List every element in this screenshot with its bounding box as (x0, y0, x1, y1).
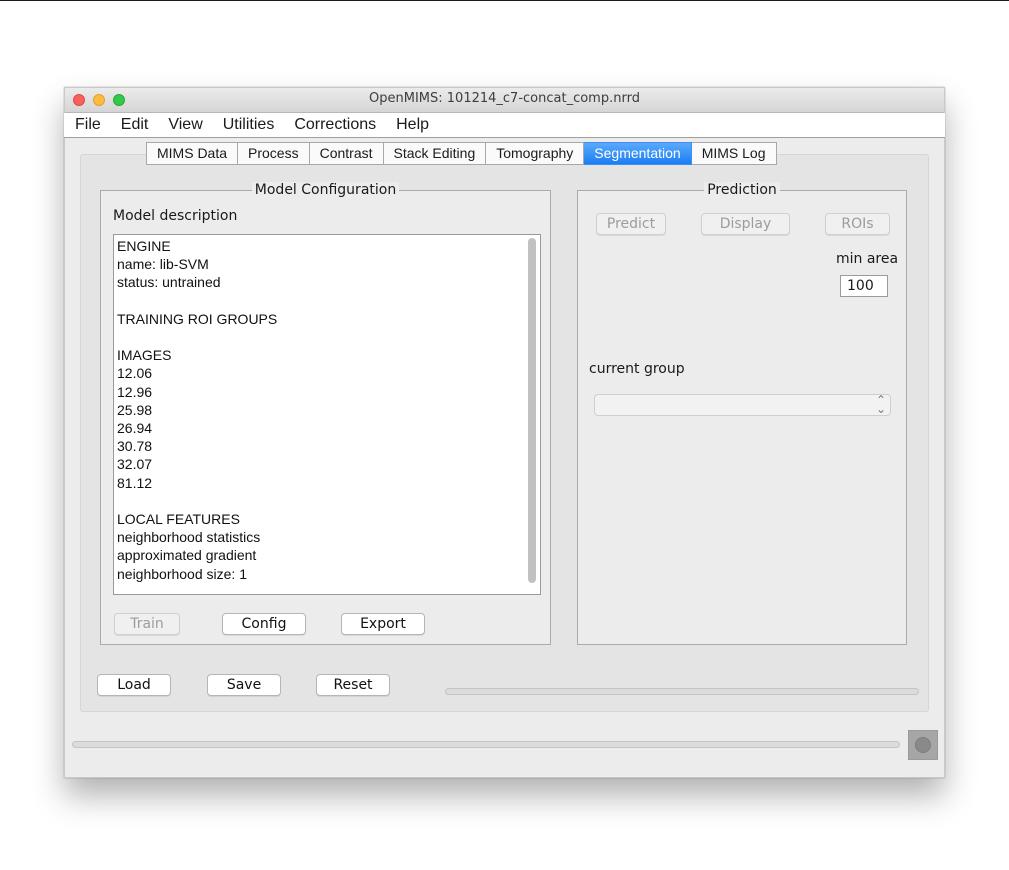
menu-file[interactable]: File (64, 116, 111, 134)
description-scroll-thumb[interactable] (528, 238, 536, 583)
description-line: neighborhood size: 1 (117, 565, 247, 582)
description-line: 12.96 (117, 383, 153, 400)
description-line: TRAINING ROI GROUPS (117, 310, 278, 327)
description-line: approximated gradient (117, 547, 257, 564)
tab-contrast[interactable]: Contrast (309, 142, 384, 165)
up-down-chevron-icon: ⌃ ⌄ (876, 393, 887, 416)
description-line: name: lib-SVM (117, 256, 209, 273)
tab-mims-log[interactable]: MIMS Log (691, 142, 777, 165)
display-button[interactable]: Display (701, 213, 790, 235)
description-line: 30.78 (117, 438, 153, 455)
menu-bar: File Edit View Utilities Corrections Hel… (64, 113, 945, 138)
menu-view[interactable]: View (158, 116, 212, 134)
description-line: neighborhood statistics (117, 529, 261, 546)
min-area-label: min area (836, 251, 899, 267)
description-line: 81.12 (117, 474, 153, 491)
description-scrollbar[interactable] (528, 238, 536, 591)
tab-segmentation[interactable]: Segmentation (584, 142, 692, 165)
prediction-legend: Prediction (578, 181, 906, 199)
description-line (117, 328, 277, 346)
menu-help[interactable]: Help (386, 116, 439, 134)
tab-process[interactable]: Process (238, 142, 310, 165)
model-configuration-legend: Model Configuration (101, 181, 550, 199)
description-line: LOCAL FEATURES (117, 511, 240, 528)
description-line: 32.07 (117, 456, 153, 473)
current-group-select[interactable]: ⌃ ⌄ (594, 394, 891, 416)
tab-stack-editing[interactable]: Stack Editing (383, 142, 487, 165)
description-line: 25.98 (117, 401, 153, 418)
menu-edit[interactable]: Edit (111, 116, 159, 134)
menu-corrections[interactable]: Corrections (284, 116, 386, 134)
tab-tomography[interactable]: Tomography (486, 142, 585, 165)
prediction-title: Prediction (704, 182, 780, 198)
tab-bar: MIMS Data Process Contrast Stack Editing… (146, 142, 777, 165)
description-line: IMAGES (117, 347, 172, 364)
model-description-text: ENGINE name: lib-SVM status: untrained TRA… (117, 237, 277, 583)
min-area-input[interactable]: 100 (840, 275, 888, 297)
reset-button[interactable]: Reset (316, 674, 390, 696)
model-description-label: Model description (113, 208, 238, 224)
title-bar[interactable]: OpenMIMS: 101214_c7-concat_comp.nrrd (65, 88, 944, 113)
rois-button[interactable]: ROIs (825, 213, 890, 235)
status-indicator-dot (915, 737, 931, 753)
menu-utilities[interactable]: Utilities (213, 116, 285, 134)
description-line: ENGINE (117, 238, 171, 254)
current-group-label: current group (589, 361, 685, 377)
segmentation-progress-bar (445, 688, 919, 695)
train-button[interactable]: Train (114, 613, 180, 635)
status-indicator (908, 730, 938, 760)
export-button[interactable]: Export (341, 613, 425, 635)
tab-mims-data[interactable]: MIMS Data (146, 142, 239, 165)
save-button[interactable]: Save (207, 674, 281, 696)
description-line (117, 492, 277, 510)
predict-button[interactable]: Predict (596, 213, 666, 235)
top-border-line (0, 0, 1009, 1)
main-progress-bar (72, 741, 900, 748)
description-line: status: untrained (117, 274, 221, 291)
config-button[interactable]: Config (222, 613, 306, 635)
load-button[interactable]: Load (97, 674, 171, 696)
model-description-textarea[interactable]: ENGINE name: lib-SVM status: untrained TRA… (113, 234, 541, 595)
window-title: OpenMIMS: 101214_c7-concat_comp.nrrd (369, 91, 640, 106)
description-line: 12.06 (117, 365, 153, 382)
description-line: 26.94 (117, 420, 153, 437)
description-line (117, 292, 277, 310)
model-configuration-title: Model Configuration (251, 182, 400, 198)
